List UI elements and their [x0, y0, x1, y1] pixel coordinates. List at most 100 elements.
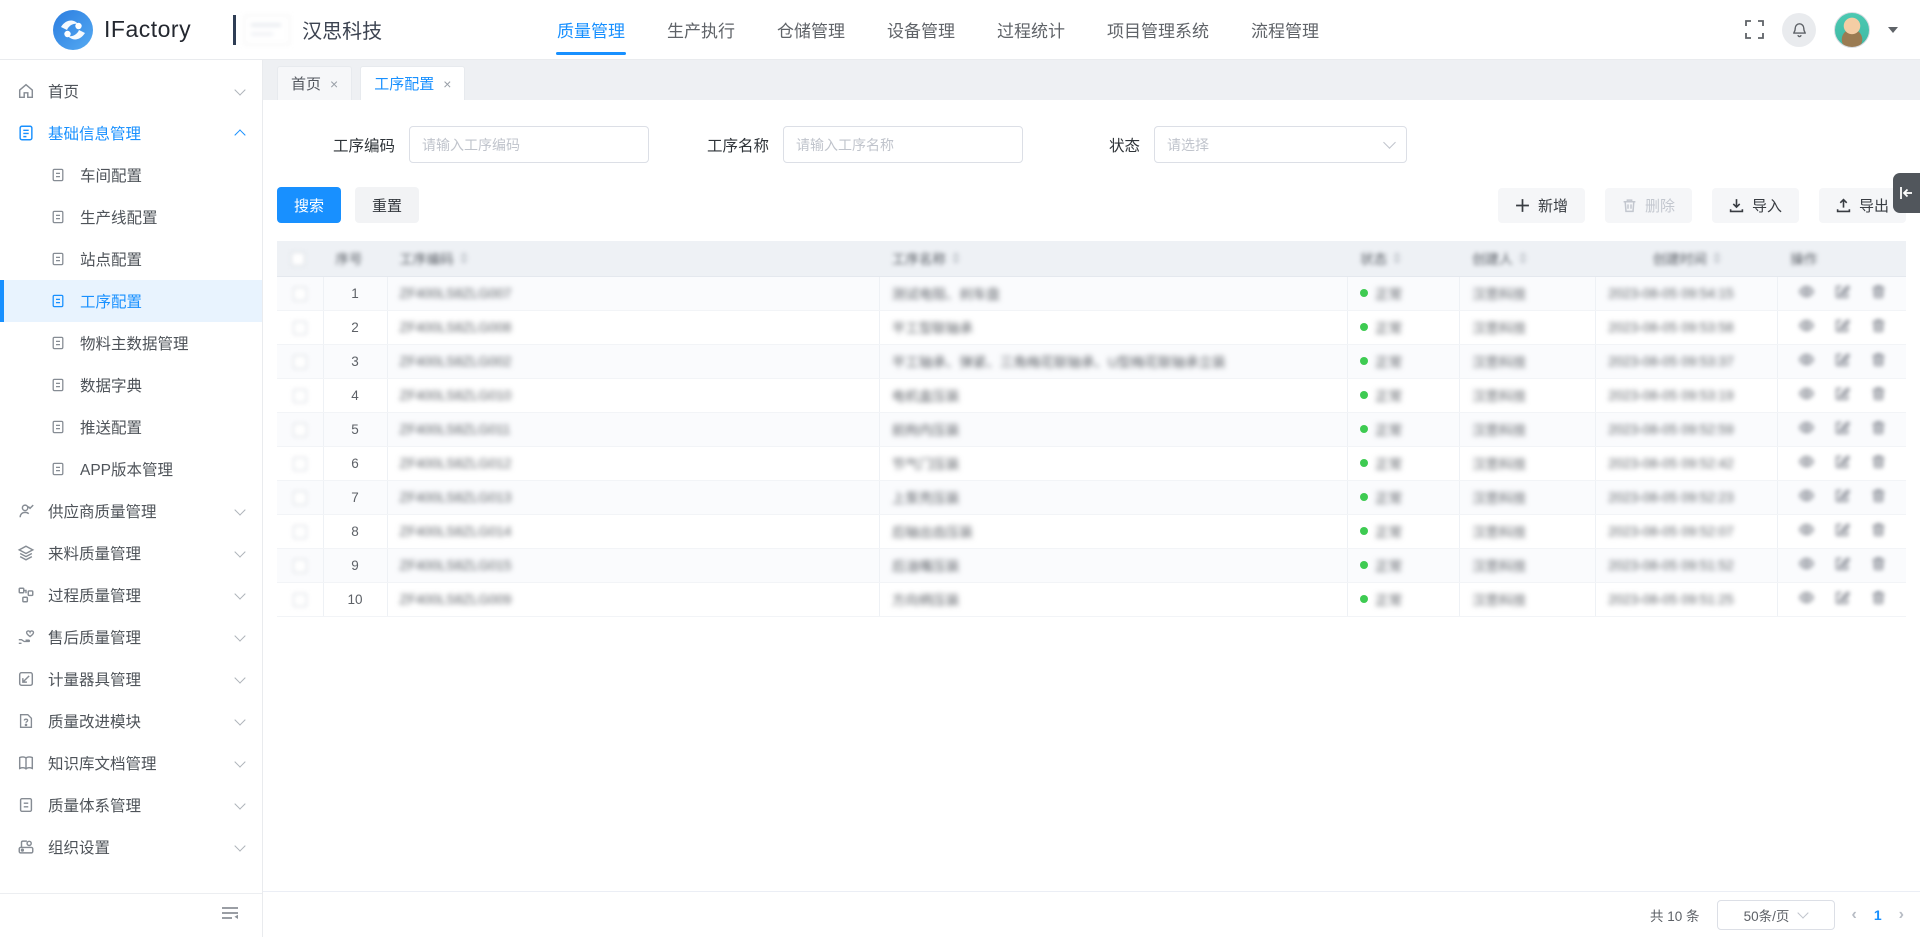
status-select[interactable]: 请选择 — [1154, 126, 1407, 163]
column-header-工序编码[interactable]: 工序编码 — [387, 241, 879, 276]
close-icon[interactable]: × — [443, 77, 451, 91]
row-checkbox[interactable] — [293, 287, 307, 301]
menu-collapse-icon[interactable] — [220, 904, 240, 927]
row-checkbox[interactable] — [293, 389, 307, 403]
sidebar-item-quality-system[interactable]: 质量体系管理 — [0, 784, 262, 826]
current-page[interactable]: 1 — [1874, 907, 1882, 923]
sidebar-item-push-config[interactable]: 推送配置 — [0, 406, 262, 448]
delete-row-icon[interactable] — [1871, 318, 1886, 333]
top-nav-item-production[interactable]: 生产执行 — [646, 0, 756, 59]
delete-row-icon[interactable] — [1871, 420, 1886, 435]
sidebar-item-basic-info[interactable]: 基础信息管理 — [0, 112, 262, 154]
page-size-select[interactable]: 50条/页 — [1717, 900, 1835, 930]
view-icon[interactable] — [1799, 590, 1814, 605]
row-checkbox[interactable] — [293, 491, 307, 505]
delete-row-icon[interactable] — [1871, 284, 1886, 299]
sort-icon[interactable] — [1713, 252, 1721, 264]
edit-icon[interactable] — [1835, 352, 1850, 367]
panel-collapse-icon[interactable] — [1893, 173, 1920, 213]
top-nav-item-statistics[interactable]: 过程统计 — [976, 0, 1086, 59]
delete-button[interactable]: 删除 — [1605, 188, 1692, 223]
sidebar-item-process-quality[interactable]: 过程质量管理 — [0, 574, 262, 616]
row-checkbox[interactable] — [293, 423, 307, 437]
add-button[interactable]: 新增 — [1498, 188, 1585, 223]
view-icon[interactable] — [1799, 352, 1814, 367]
search-button[interactable]: 搜索 — [277, 187, 341, 223]
delete-row-icon[interactable] — [1871, 590, 1886, 605]
prev-page-icon[interactable]: ‹ — [1852, 906, 1857, 924]
row-checkbox[interactable] — [293, 525, 307, 539]
sidebar-item-data-dict[interactable]: 数据字典 — [0, 364, 262, 406]
top-nav-item-project[interactable]: 项目管理系统 — [1086, 0, 1230, 59]
delete-row-icon[interactable] — [1871, 454, 1886, 469]
sidebar-item-measuring-tools[interactable]: 计量器具管理 — [0, 658, 262, 700]
column-header-创建人[interactable]: 创建人 — [1460, 241, 1596, 276]
edit-icon[interactable] — [1835, 420, 1850, 435]
view-icon[interactable] — [1799, 522, 1814, 537]
column-header-0[interactable] — [277, 241, 323, 276]
process-name-input[interactable] — [783, 126, 1023, 163]
sidebar-item-org-settings[interactable]: 组织设置 — [0, 826, 262, 868]
edit-icon[interactable] — [1835, 284, 1850, 299]
close-icon[interactable]: × — [330, 77, 338, 91]
view-icon[interactable] — [1799, 420, 1814, 435]
sort-icon[interactable] — [460, 252, 468, 264]
view-icon[interactable] — [1799, 556, 1814, 571]
edit-icon[interactable] — [1835, 522, 1850, 537]
reset-button[interactable]: 重置 — [355, 187, 419, 223]
sidebar-item-line-config[interactable]: 生产线配置 — [0, 196, 262, 238]
sidebar-item-app-version[interactable]: APP版本管理 — [0, 448, 262, 490]
fullscreen-icon[interactable] — [1745, 20, 1764, 39]
sort-icon[interactable] — [1393, 252, 1401, 264]
sidebar-item-workshop-config[interactable]: 车间配置 — [0, 154, 262, 196]
column-header-创建时间[interactable]: 创建时间 — [1596, 241, 1778, 276]
column-header-状态[interactable]: 状态 — [1348, 241, 1460, 276]
sidebar-item-incoming-quality[interactable]: 来料质量管理 — [0, 532, 262, 574]
top-nav-item-equipment[interactable]: 设备管理 — [866, 0, 976, 59]
delete-row-icon[interactable] — [1871, 556, 1886, 571]
edit-icon[interactable] — [1835, 454, 1850, 469]
view-icon[interactable] — [1799, 318, 1814, 333]
view-icon[interactable] — [1799, 386, 1814, 401]
edit-icon[interactable] — [1835, 556, 1850, 571]
row-checkbox[interactable] — [293, 559, 307, 573]
sort-icon[interactable] — [1519, 252, 1527, 264]
delete-row-icon[interactable] — [1871, 386, 1886, 401]
sidebar-item-home[interactable]: 首页 — [0, 70, 262, 112]
sidebar-item-quality-improvement[interactable]: 质量改进模块 — [0, 700, 262, 742]
caret-down-icon[interactable] — [1888, 27, 1898, 33]
view-icon[interactable] — [1799, 488, 1814, 503]
column-header-序号[interactable]: 序号 — [323, 241, 387, 276]
sidebar-item-supplier-quality[interactable]: 供应商质量管理 — [0, 490, 262, 532]
top-nav-item-quality[interactable]: 质量管理 — [536, 0, 646, 59]
select-all-checkbox[interactable] — [291, 252, 305, 266]
import-button[interactable]: 导入 — [1712, 188, 1799, 223]
edit-icon[interactable] — [1835, 590, 1850, 605]
edit-icon[interactable] — [1835, 488, 1850, 503]
delete-row-icon[interactable] — [1871, 488, 1886, 503]
avatar[interactable] — [1834, 12, 1870, 48]
row-checkbox[interactable] — [293, 321, 307, 335]
sort-icon[interactable] — [952, 252, 960, 264]
row-checkbox[interactable] — [293, 457, 307, 471]
bell-icon[interactable] — [1782, 13, 1816, 47]
delete-row-icon[interactable] — [1871, 522, 1886, 537]
delete-row-icon[interactable] — [1871, 352, 1886, 367]
view-icon[interactable] — [1799, 284, 1814, 299]
tab-process-config[interactable]: 工序配置 × — [360, 66, 465, 100]
top-nav-item-warehouse[interactable]: 仓储管理 — [756, 0, 866, 59]
sidebar-item-aftersales-quality[interactable]: 售后质量管理 — [0, 616, 262, 658]
view-icon[interactable] — [1799, 454, 1814, 469]
column-header-操作[interactable]: 操作 — [1778, 241, 1906, 276]
row-checkbox[interactable] — [293, 593, 307, 607]
tab-home[interactable]: 首页 × — [277, 66, 352, 100]
sidebar-item-site-config[interactable]: 站点配置 — [0, 238, 262, 280]
sidebar-item-knowledge-docs[interactable]: 知识库文档管理 — [0, 742, 262, 784]
edit-icon[interactable] — [1835, 318, 1850, 333]
row-checkbox[interactable] — [293, 355, 307, 369]
edit-icon[interactable] — [1835, 386, 1850, 401]
top-nav-item-flow[interactable]: 流程管理 — [1230, 0, 1340, 59]
process-code-input[interactable] — [409, 126, 649, 163]
sidebar-item-material-master[interactable]: 物料主数据管理 — [0, 322, 262, 364]
column-header-工序名称[interactable]: 工序名称 — [879, 241, 1347, 276]
